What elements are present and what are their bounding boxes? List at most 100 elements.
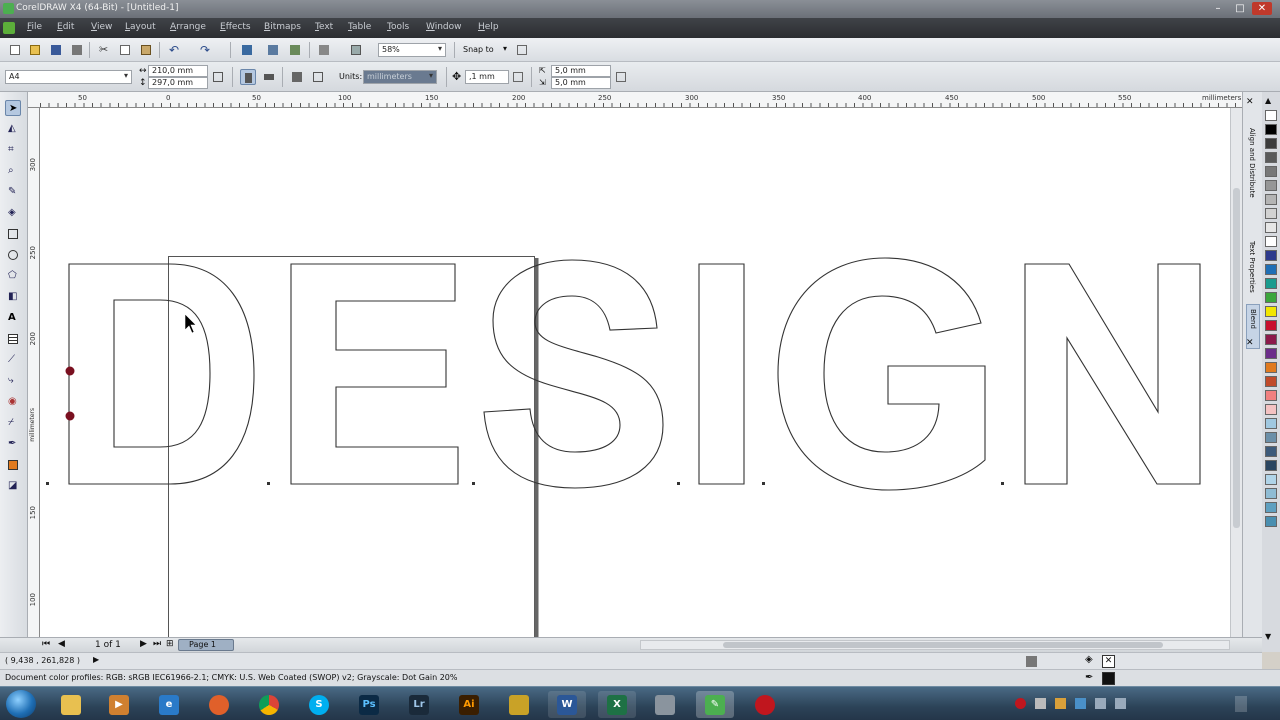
portrait-button[interactable] (240, 69, 256, 85)
cut-button[interactable]: ✂ (96, 42, 112, 58)
palette-swatch[interactable] (1265, 208, 1277, 219)
taskbar-media[interactable]: ▶ (100, 691, 138, 718)
dimension-tool-icon[interactable]: ⟋ (5, 352, 21, 368)
paper-height-field[interactable]: 297,0 mm (148, 77, 208, 89)
taskbar-calculator[interactable] (646, 691, 684, 718)
palette-swatch[interactable] (1265, 418, 1277, 429)
last-page-icon[interactable]: ⏭ (153, 639, 161, 649)
palette-swatch[interactable] (1265, 334, 1277, 345)
apply-to-all-pages-button[interactable] (210, 69, 226, 85)
tray-icon[interactable] (1055, 698, 1066, 709)
menu-text[interactable]: Text (315, 22, 333, 32)
palette-swatch[interactable] (1265, 488, 1277, 499)
menu-effects[interactable]: Effects (220, 22, 251, 32)
horizontal-scroll-thumb[interactable] (723, 642, 1163, 648)
table-tool-icon[interactable] (5, 331, 21, 347)
palette-swatch[interactable] (1265, 292, 1277, 303)
previous-page-icon[interactable]: ◀ (58, 639, 65, 649)
first-page-icon[interactable]: ⏮ (42, 639, 50, 649)
taskbar-word[interactable]: W (548, 691, 586, 718)
nudge-spinner[interactable] (510, 69, 526, 85)
palette-swatch[interactable] (1265, 348, 1277, 359)
outline-color-swatch[interactable] (1102, 672, 1115, 685)
no-fill-swatch[interactable]: ✕ (1102, 655, 1115, 668)
redo-button[interactable]: ↷ (197, 42, 213, 58)
close-blend-docker-icon[interactable]: ✕ (1246, 338, 1254, 348)
import-button[interactable] (265, 42, 281, 58)
ellipse-tool-icon[interactable] (5, 247, 21, 263)
menu-file[interactable]: File (27, 22, 42, 32)
palette-scroll-down-icon[interactable]: ▼ (1265, 632, 1271, 641)
palette-swatch[interactable] (1265, 474, 1277, 485)
palette-swatch[interactable] (1265, 124, 1277, 135)
taskbar-skype[interactable]: S (300, 691, 338, 718)
palette-swatch[interactable] (1265, 236, 1277, 247)
duplicate-spinner[interactable] (613, 69, 629, 85)
menu-view[interactable]: View (91, 22, 112, 32)
palette-swatch[interactable] (1265, 390, 1277, 401)
paste-button[interactable] (138, 42, 154, 58)
palette-swatch[interactable] (1265, 138, 1277, 149)
taskbar-lightroom[interactable]: Lr (400, 691, 438, 718)
taskbar-ie[interactable]: e (150, 691, 188, 718)
palette-swatch[interactable] (1265, 166, 1277, 177)
all-pages-button[interactable] (289, 69, 305, 85)
print-button[interactable] (69, 42, 85, 58)
polygon-tool-icon[interactable]: ⬠ (5, 268, 21, 284)
palette-swatch[interactable] (1265, 152, 1277, 163)
tray-app-icon[interactable] (1015, 698, 1026, 709)
show-desktop-button[interactable] (1235, 696, 1247, 712)
palette-swatch[interactable] (1265, 250, 1277, 261)
palette-swatch[interactable] (1265, 264, 1277, 275)
vertical-scrollbar[interactable] (1230, 108, 1242, 637)
landscape-button[interactable] (261, 69, 277, 85)
menu-bitmaps[interactable]: Bitmaps (264, 22, 301, 32)
menu-arrange[interactable]: Arrange (170, 22, 206, 32)
status-expand-icon[interactable]: ▶ (93, 655, 99, 664)
outline-tool-icon[interactable]: ✒ (5, 436, 21, 452)
taskbar-firefox[interactable] (200, 691, 238, 718)
blend-tool-icon[interactable]: ◉ (5, 394, 21, 410)
basic-shapes-tool-icon[interactable]: ◧ (5, 289, 21, 305)
zoom-level-select[interactable]: 58% (378, 43, 446, 57)
undo-button[interactable]: ↶ (166, 42, 182, 58)
taskbar-excel[interactable]: X (598, 691, 636, 718)
docker-tab-align[interactable]: Align and Distribute (1246, 124, 1260, 234)
smart-fill-tool-icon[interactable]: ◈ (5, 205, 21, 221)
palette-swatch[interactable] (1265, 278, 1277, 289)
connector-tool-icon[interactable]: ⤷ (5, 373, 21, 389)
add-page-icon[interactable]: ⊞ (166, 639, 174, 649)
palette-swatch[interactable] (1265, 432, 1277, 443)
text-tool-icon[interactable]: A (5, 310, 21, 326)
close-icon[interactable]: ✕ (1252, 2, 1272, 15)
save-button[interactable] (48, 42, 64, 58)
new-document-button[interactable] (7, 42, 23, 58)
tab-page-1[interactable]: Page 1 (178, 639, 234, 651)
palette-swatch[interactable] (1265, 306, 1277, 317)
volume-icon[interactable] (1115, 698, 1126, 709)
nudge-distance-field[interactable]: ,1 mm (465, 70, 509, 84)
taskbar-illustrator[interactable]: Ai (450, 691, 488, 718)
pick-tool-icon[interactable]: ➤ (5, 100, 21, 116)
taskbar-record[interactable] (746, 691, 784, 718)
palette-swatch[interactable] (1265, 404, 1277, 415)
taskbar-chrome[interactable] (250, 691, 288, 718)
freehand-tool-icon[interactable]: ✎ (5, 184, 21, 200)
rectangle-tool-icon[interactable] (5, 226, 21, 242)
crop-tool-icon[interactable]: ⌗ (5, 142, 21, 158)
next-page-icon[interactable]: ▶ (140, 639, 147, 649)
interactive-fill-tool-icon[interactable]: ◪ (5, 478, 21, 494)
network-icon[interactable] (1095, 698, 1106, 709)
palette-swatch[interactable] (1265, 502, 1277, 513)
docker-tab-text-properties[interactable]: Text Properties (1246, 237, 1260, 302)
snap-to-dropdown-icon[interactable]: ▾ (503, 44, 507, 53)
tray-icon[interactable] (1075, 698, 1086, 709)
snap-to-button[interactable]: Snap to (463, 45, 494, 54)
menu-tools[interactable]: Tools (387, 22, 409, 32)
duplicate-y-field[interactable]: 5,0 mm (551, 77, 611, 89)
palette-swatch[interactable] (1265, 110, 1277, 121)
close-docker-icon[interactable]: ✕ (1246, 97, 1254, 107)
horizontal-scrollbar[interactable] (640, 640, 1230, 650)
menu-table[interactable]: Table (348, 22, 371, 32)
taskbar-coreldraw[interactable]: ✎ (696, 691, 734, 718)
